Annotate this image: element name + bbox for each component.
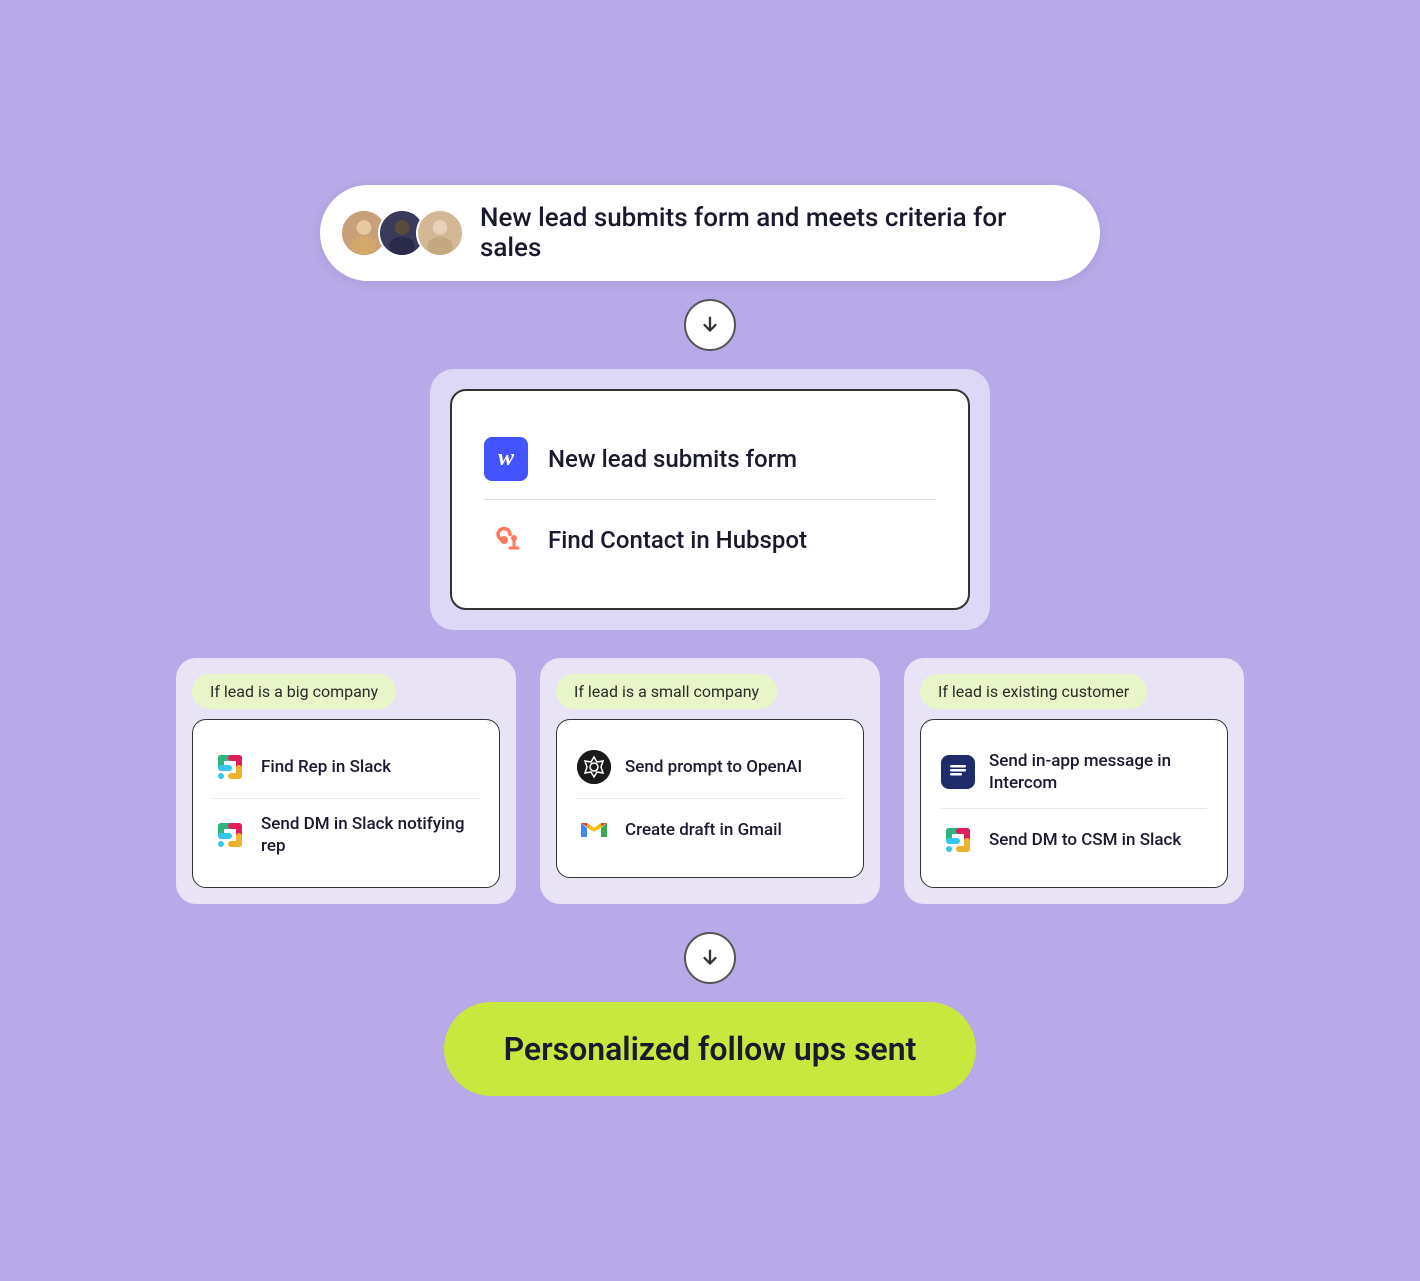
branch-small-company-step-1: Send prompt to OpenAI [577, 736, 843, 798]
branch-big-company-step-1: Find Rep in Slack [213, 736, 479, 798]
trigger-node: New lead submits form and meets criteria… [320, 185, 1100, 281]
arrow-down-1 [684, 299, 736, 351]
avatar-3 [416, 209, 464, 257]
slack-icon-2 [213, 818, 247, 852]
branch-small-company: If lead is a small company Send prompt t… [540, 658, 880, 904]
gmail-icon [577, 813, 611, 847]
branch-existing-customer-step-1: Send in-app message in Intercom [941, 736, 1207, 808]
branch-existing-customer-inner: Send in-app message in Intercom [920, 719, 1228, 888]
webflow-icon: w [484, 437, 528, 481]
branch-existing-customer-step-2-label: Send DM to CSM in Slack [989, 829, 1181, 851]
result-node: Personalized follow ups sent [444, 1002, 977, 1096]
workflow-canvas: New lead submits form and meets criteria… [110, 125, 1310, 1156]
branch-big-company-step-1-label: Find Rep in Slack [261, 756, 391, 778]
branch-small-company-step-1-label: Send prompt to OpenAI [625, 756, 802, 778]
branch-existing-customer-step-2: Send DM to CSM in Slack [941, 808, 1207, 871]
branches-row: If lead is a big company [150, 658, 1270, 904]
workflow-step-webflow: w New lead submits form [484, 419, 936, 499]
intercom-icon [941, 755, 975, 789]
workflow-block: w New lead submits form Find Contact in … [430, 369, 990, 630]
workflow-step-1-label: New lead submits form [548, 445, 797, 473]
branch-big-company: If lead is a big company [176, 658, 516, 904]
openai-icon [577, 750, 611, 784]
branch-existing-customer-label: If lead is existing customer [920, 674, 1147, 709]
workflow-inner: w New lead submits form Find Contact in … [450, 389, 970, 610]
trigger-text: New lead submits form and meets criteria… [480, 203, 1060, 263]
workflow-step-hubspot: Find Contact in Hubspot [484, 499, 936, 580]
branch-small-company-label: If lead is a small company [556, 674, 777, 709]
branch-big-company-label: If lead is a big company [192, 674, 396, 709]
branch-big-company-step-2-label: Send DM in Slack notifying rep [261, 813, 479, 857]
result-text: Personalized follow ups sent [504, 1030, 917, 1068]
branch-small-company-step-2-label: Create draft in Gmail [625, 819, 782, 841]
branch-big-company-inner: Find Rep in Slack [192, 719, 500, 888]
hubspot-icon [484, 518, 528, 562]
arrow-down-2 [684, 932, 736, 984]
branch-small-company-step-2: Create draft in Gmail [577, 798, 843, 861]
slack-icon-1 [213, 750, 247, 784]
branch-big-company-step-2: Send DM in Slack notifying rep [213, 798, 479, 871]
branch-existing-customer: If lead is existing customer Send in [904, 658, 1244, 904]
branch-existing-customer-step-1-label: Send in-app message in Intercom [989, 750, 1207, 794]
slack-icon-3 [941, 823, 975, 857]
branch-small-company-inner: Send prompt to OpenAI [556, 719, 864, 878]
workflow-step-2-label: Find Contact in Hubspot [548, 526, 807, 554]
avatar-group [340, 209, 464, 257]
